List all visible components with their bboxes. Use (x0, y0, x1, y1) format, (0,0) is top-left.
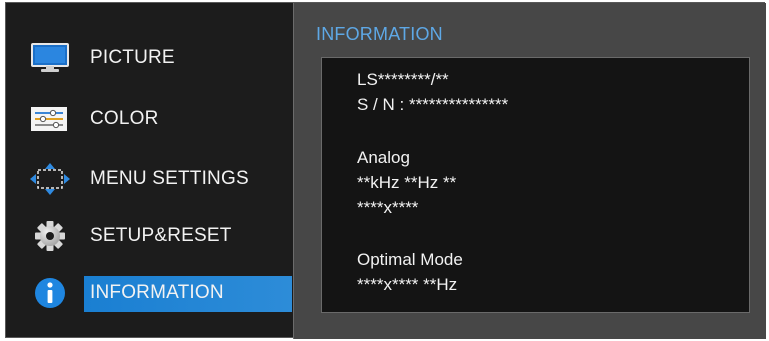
optimal-mode-value: ****x**** **Hz (357, 275, 458, 294)
information-box: LS********/** S / N : *************** An… (321, 57, 750, 313)
menu-item-menu-settings[interactable]: MENU SETTINGS (6, 155, 288, 203)
info-icon (28, 275, 72, 311)
menu-item-label: PICTURE (90, 47, 175, 68)
menu-item-label: INFORMATION (90, 282, 224, 303)
monitor-icon (28, 40, 72, 76)
menu-item-label: SETUP&RESET (90, 225, 232, 246)
information-panel: INFORMATION LS********/** S / N : ******… (293, 3, 766, 339)
panel-title: INFORMATION (316, 24, 443, 44)
optimal-mode-label: Optimal Mode (357, 250, 463, 269)
menu-item-color[interactable]: COLOR (6, 95, 288, 143)
menu-item-label: MENU SETTINGS (90, 168, 249, 189)
serial-number: S / N : *************** (357, 95, 509, 114)
model-number: LS********/** (357, 70, 449, 89)
menu-item-label: COLOR (90, 108, 159, 129)
menu-item-setup-reset[interactable]: SETUP&RESET (6, 212, 288, 260)
move-arrows-icon (28, 161, 72, 197)
menu-item-information[interactable]: INFORMATION (6, 269, 292, 317)
input-source: Analog (357, 148, 410, 167)
frequency-info: **kHz **Hz ** (357, 173, 457, 192)
menu-item-picture[interactable]: PICTURE (6, 34, 288, 82)
resolution-info: ****x**** (357, 198, 419, 217)
color-sliders-icon (28, 101, 72, 137)
gear-icon (28, 218, 72, 254)
osd-menu: PICTURE COLOR MENU SETTINGS SETUP&RESET … (5, 2, 766, 339)
